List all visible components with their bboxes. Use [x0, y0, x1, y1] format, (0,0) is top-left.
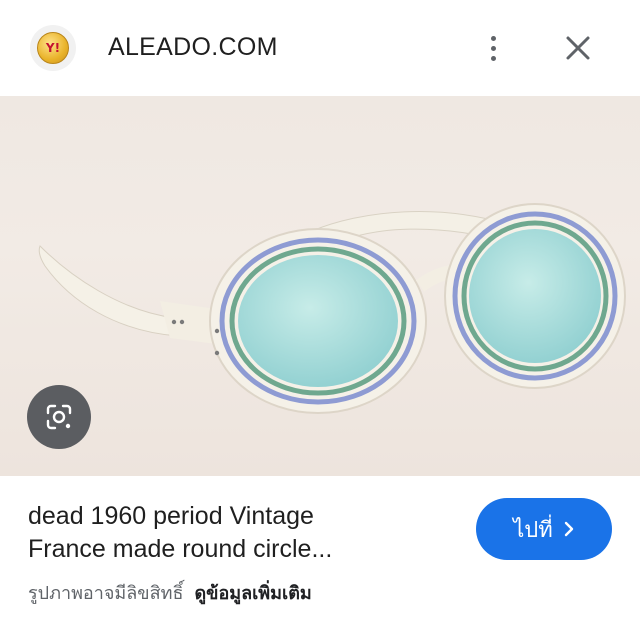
visit-button[interactable]: ไปที่ [476, 498, 612, 560]
visit-button-label: ไปที่ [513, 516, 553, 542]
site-logo-text: Y! [37, 32, 69, 64]
result-title-line-2: France made round circle... [28, 535, 333, 563]
google-lens-icon[interactable] [27, 385, 91, 449]
site-name[interactable]: ALEADO.COM [108, 33, 278, 62]
header: Y! ALEADO.COM [0, 0, 640, 96]
copyright-text: รูปภาพอาจมีลิขสิทธิ์ [28, 583, 184, 603]
more-vert-icon[interactable] [478, 28, 508, 68]
result-title-line-1: dead 1960 period Vintage [28, 502, 314, 530]
site-logo-icon: Y! [30, 25, 76, 71]
close-icon[interactable] [558, 28, 598, 68]
chevron-right-icon [564, 521, 573, 537]
product-image[interactable] [0, 96, 640, 476]
result-title[interactable]: dead 1960 period Vintage France made rou… [28, 500, 458, 566]
copyright-notice: รูปภาพอาจมีลิขสิทธิ์ ดูข้อมูลเพิ่มเติม [28, 578, 312, 607]
more-info-link[interactable]: ดูข้อมูลเพิ่มเติม [194, 583, 311, 603]
